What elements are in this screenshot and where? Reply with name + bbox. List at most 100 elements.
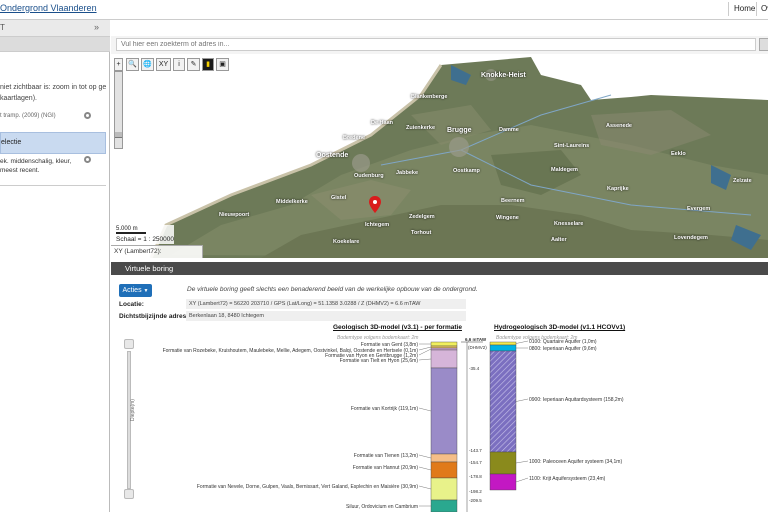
boring-tool-icon[interactable]: ▮: [202, 58, 214, 71]
map-place-label: Knesselare: [554, 221, 584, 227]
geology-layer-label: Formatie van Tienen (13,2m): [353, 453, 418, 459]
geology-layer-bar: [430, 347, 458, 351]
boring-chart: [418, 340, 529, 512]
map-place-label: Zelzate: [733, 178, 752, 184]
divider: [728, 2, 729, 16]
map-place-label: Maldegem: [551, 167, 578, 173]
map-place-label: Damme: [499, 127, 519, 133]
hydrogeology-leader-line: [515, 460, 529, 464]
map-place-label: Wingene: [496, 215, 519, 221]
sidebar-item-selected[interactable]: electie: [0, 132, 106, 154]
layers-icon[interactable]: ▣: [216, 58, 229, 71]
xy-coordinate-button[interactable]: XY: [156, 58, 171, 71]
radio-icon[interactable]: [84, 112, 91, 119]
map-place-label: Ichtegem: [365, 222, 390, 228]
depth-tick-label: -143.7: [469, 448, 482, 453]
sidebar: T » niet zichtbaar is: zoom in tot op ge…: [0, 20, 110, 512]
map-place-label: Sint-Laureins: [554, 143, 590, 149]
depth-tick-label: -209.5: [469, 498, 482, 503]
sidebar-item-ortho[interactable]: ek. middenschalig, kleur, meest recent.: [0, 157, 80, 175]
geology-layer-label: Siluur, Ordovicium en Cambrium: [346, 504, 418, 510]
hydrogeology-unit-bar: [489, 341, 517, 346]
map-place-label: Bredene: [343, 135, 366, 141]
map-town-label: Oostende: [316, 152, 349, 159]
geology-layer-label: Formatie van Kortrijk (119,1m): [350, 406, 418, 412]
geology-leader-line: [418, 485, 432, 490]
panel-header: Virtuele boring: [111, 262, 768, 275]
zoom-slider-handle[interactable]: [115, 132, 122, 138]
overview-link[interactable]: Ov: [761, 4, 768, 13]
sidebar-header: T »: [0, 20, 110, 37]
map-place-label: Nieuwpoort: [219, 212, 250, 218]
depth-tick-label: -178.8: [469, 474, 482, 479]
geology-leader-line: [418, 348, 432, 356]
map-place-label: Torhout: [411, 230, 432, 236]
hydrogeology-unit-bar: [489, 350, 517, 453]
zoom-slider[interactable]: [114, 71, 123, 149]
map-place-label: Kaprijke: [607, 186, 629, 192]
geology-leader-line: [418, 407, 432, 412]
map-place-label: Koekelare: [333, 239, 360, 245]
geology-layer-label: Formatie van Hannut (20,9m): [352, 465, 418, 471]
sidebar-subheader: [0, 37, 110, 52]
sidebar-item-label: electie: [1, 139, 22, 146]
hydrogeology-unit-bar: [489, 344, 517, 352]
divider: [756, 2, 757, 16]
draw-icon[interactable]: ✎: [187, 58, 200, 71]
depth-tick-label: -154.7: [469, 460, 482, 465]
radio-icon[interactable]: [84, 156, 91, 163]
map-town-label: Knokke-Heist: [481, 72, 526, 79]
depth-tick-label: -35.4: [469, 366, 480, 371]
surface-label: 6,6 mTAW: [465, 337, 487, 342]
map-view[interactable]: Knokke-Heist Brugge Oostende Blankenberg…: [111, 55, 768, 258]
map-place-label: Middelkerke: [276, 199, 308, 205]
map-place-label: Jabbeke: [396, 170, 419, 176]
map-place-label: Gistel: [331, 195, 347, 201]
hydrogeology-leader-line: [515, 477, 529, 483]
hydrogeology-unit-label: 0900: Ieperiaan Aquitardsysteem (158,2m): [529, 397, 624, 403]
double-chevron-right-icon[interactable]: »: [94, 22, 99, 32]
map-town-label: Brugge: [447, 127, 472, 134]
map-place-label: Aalter: [551, 237, 567, 243]
hydrogeology-unit-bar: [489, 451, 517, 475]
sidebar-warning-text: niet zichtbaar is: zoom in tot op ge kaa…: [0, 84, 107, 102]
geology-layer-bar: [430, 349, 458, 369]
hydrogeology-unit-label: 1100: Krijt Aquifersysteem (23,4m): [529, 476, 606, 482]
map-place-label: Oudenburg: [354, 173, 384, 179]
map-place-label: Assenede: [606, 123, 632, 129]
info-button[interactable]: i: [173, 58, 185, 71]
depth-tick-label: -198.2: [469, 489, 482, 494]
site-title-link[interactable]: Ondergrond Vlaanderen: [0, 3, 97, 13]
hydrogeology-leader-line: [515, 398, 529, 402]
home-link[interactable]: Home: [734, 4, 755, 13]
map-place-label: Eeklo: [671, 151, 686, 157]
scale-text: Schaal = 1 : 250000: [116, 236, 175, 243]
search-input[interactable]: [116, 38, 756, 51]
map-place-label: Lovendegem: [674, 235, 708, 241]
dhmv-label: (DHMV2): [468, 345, 487, 350]
geology-layer-label: Formatie van Nevele, Dorne, Gulpen, Vaal…: [196, 484, 418, 490]
hydrogeology-unit-label: 0100: Quartaire Aquifer (1,0m): [529, 339, 597, 345]
map-place-label: Oostkamp: [453, 168, 480, 174]
geology-layer-label: Formatie van Tielt en Hyon (25,6m): [339, 358, 418, 364]
globe-icon[interactable]: 🌐: [141, 58, 154, 71]
geology-layer-bar: [430, 499, 458, 512]
zoom-box-icon[interactable]: 🔍: [126, 58, 139, 71]
geology-layer-bar: [430, 367, 458, 455]
sidebar-header-label: T: [0, 23, 5, 32]
coordinate-text: XY (Lambert72):: [114, 248, 162, 255]
sidebar-item-topo[interactable]: t tramp. (2009) (NGI): [0, 113, 56, 119]
geology-layer-bar: [430, 461, 458, 479]
satellite-map[interactable]: [111, 55, 768, 258]
scale-bar: 5.000 m: [116, 226, 146, 234]
geology-column: [430, 341, 458, 512]
search-button[interactable]: [759, 38, 768, 51]
map-place-label: Blankenberge: [411, 94, 448, 100]
search-bar: [111, 36, 768, 54]
map-place-label: Zedelgem: [409, 214, 435, 220]
hydrogeology-unit-label: 1000: Paleoceen Aquifer systeem (34,1m): [529, 459, 623, 465]
geology-layer-bar: [430, 345, 458, 349]
geology-layer-bar: [430, 477, 458, 501]
map-place-label: Zuienkerke: [406, 125, 436, 131]
zoom-in-button[interactable]: +: [114, 58, 123, 71]
